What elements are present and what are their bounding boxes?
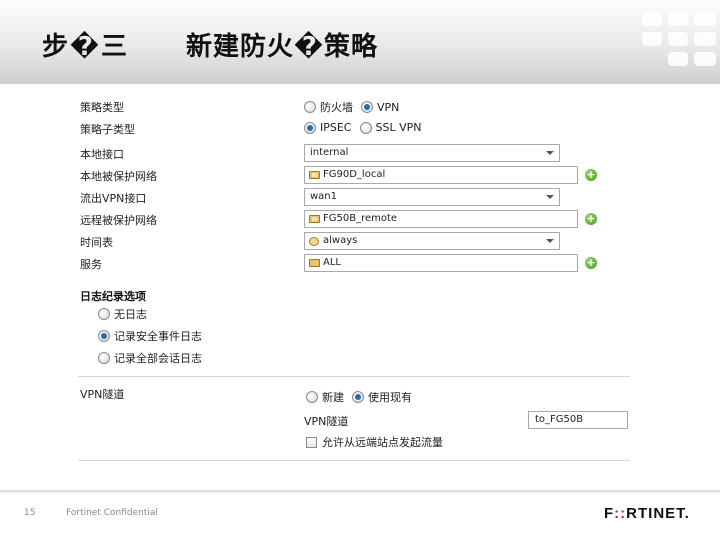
confidential-notice: Fortinet Confidential (66, 508, 158, 518)
service-row: 服务 ALL + (78, 253, 630, 275)
policy-type-radio-group: 防火墙 VPN (304, 99, 407, 115)
service-field[interactable]: ALL (304, 254, 578, 272)
service-label: 服务 (80, 258, 102, 271)
schedule-select[interactable]: always (304, 232, 560, 250)
footer-divider (0, 490, 720, 493)
policy-type-label: 策略类型 (80, 101, 124, 114)
local-interface-row: 本地接口 internal (78, 143, 630, 165)
chevron-down-icon (546, 239, 554, 243)
outgoing-vpn-interface-label: 流出VPN接口 (80, 192, 147, 205)
policy-type-vpn-radio[interactable] (361, 101, 373, 113)
policy-subtype-radio-group: IPSEC SSL VPN (304, 121, 429, 134)
allow-remote-traffic-checkbox[interactable] (306, 436, 317, 448)
remote-protected-subnet-value: FG50B_remote (323, 213, 398, 224)
vpn-tunnel-field[interactable]: to_FG50B (528, 411, 628, 429)
logo-part-2: :: (614, 505, 627, 522)
policy-type-firewall-label[interactable]: 防火墙 (320, 99, 353, 115)
logging-option-none[interactable]: 无日志 (98, 306, 147, 322)
address-group-icon (309, 171, 320, 179)
step-title: 步�三 (42, 32, 129, 62)
plus-circle-icon[interactable]: + (585, 169, 597, 181)
vpn-tunnel-new-radio[interactable] (306, 391, 318, 403)
address-group-icon (309, 215, 320, 223)
policy-subtype-label: 策略子类型 (80, 123, 135, 136)
form-bottom-divider (78, 460, 630, 461)
plus-circle-icon[interactable]: + (585, 213, 597, 225)
section-divider (78, 376, 630, 377)
vpn-tunnel-section-label: VPN隧道 (80, 388, 125, 401)
local-protected-subnet-value: FG90D_local (323, 169, 386, 180)
page-number: 15 (24, 508, 36, 518)
local-protected-subnet-field[interactable]: FG90D_local (304, 166, 578, 184)
logging-none-label[interactable]: 无日志 (114, 306, 147, 322)
allow-remote-traffic-row[interactable]: 允许从远端站点发起流量 (306, 434, 443, 450)
logging-none-radio[interactable] (98, 308, 110, 320)
fortinet-logo: F::RTINET. (604, 505, 690, 522)
remote-protected-subnet-row: 远程被保护网络 FG50B_remote + (78, 209, 630, 231)
service-value: ALL (323, 257, 341, 268)
policy-type-firewall-radio[interactable] (304, 101, 316, 113)
schedule-value: always (323, 235, 358, 246)
outgoing-vpn-interface-value: wan1 (310, 191, 338, 202)
policy-type-vpn-label[interactable]: VPN (377, 101, 399, 114)
clock-icon (309, 237, 319, 246)
slide-header: 步�三 新建防火�策略 (0, 0, 720, 84)
local-interface-label: 本地接口 (80, 148, 124, 161)
logging-option-all[interactable]: 记录全部会话日志 (98, 350, 202, 366)
schedule-row: 时间表 always (78, 231, 630, 253)
vpn-tunnel-existing-radio[interactable] (352, 391, 364, 403)
local-protected-subnet-label: 本地被保护网络 (80, 170, 157, 183)
vpn-tunnel-new-label[interactable]: 新建 (322, 389, 344, 405)
page-title: 新建防火�策略 (186, 32, 378, 62)
chevron-down-icon (546, 195, 554, 199)
local-interface-value: internal (310, 147, 349, 158)
vpn-tunnel-radio-group: 新建 使用现有 (306, 389, 420, 405)
vpn-tunnel-existing-label[interactable]: 使用现有 (368, 389, 412, 405)
allow-remote-traffic-label[interactable]: 允许从远端站点发起流量 (322, 434, 443, 450)
remote-protected-subnet-label: 远程被保护网络 (80, 214, 157, 227)
schedule-label: 时间表 (80, 236, 113, 249)
subtype-ipsec-radio[interactable] (304, 121, 316, 134)
chevron-down-icon (546, 151, 554, 155)
policy-subtype-row: 策略子类型 IPSEC SSL VPN (78, 118, 630, 140)
logging-all-label[interactable]: 记录全部会话日志 (114, 350, 202, 366)
logging-security-label[interactable]: 记录安全事件日志 (114, 328, 202, 344)
subtype-sslvpn-radio[interactable] (359, 121, 372, 134)
logging-option-security[interactable]: 记录安全事件日志 (98, 328, 202, 344)
outgoing-vpn-interface-row: 流出VPN接口 wan1 (78, 187, 630, 209)
logging-all-radio[interactable] (98, 352, 110, 364)
logging-options-title: 日志纪录选项 (80, 290, 146, 303)
header-decoration (638, 8, 720, 72)
subtype-ipsec-label[interactable]: IPSEC (320, 121, 352, 134)
policy-form: 策略类型 防火墙 VPN 策略子类型 IPSEC SSL VPN 本地接口 in… (78, 92, 630, 462)
service-icon (309, 259, 320, 267)
subtype-sslvpn-label[interactable]: SSL VPN (376, 121, 422, 134)
plus-circle-icon[interactable]: + (585, 257, 597, 269)
remote-protected-subnet-field[interactable]: FG50B_remote (304, 210, 578, 228)
logo-part-3: RTINET. (626, 505, 690, 522)
outgoing-vpn-interface-select[interactable]: wan1 (304, 188, 560, 206)
vpn-tunnel-label: VPN隧道 (304, 415, 349, 428)
local-interface-select[interactable]: internal (304, 144, 560, 162)
logo-part-1: F (604, 505, 615, 522)
local-protected-subnet-row: 本地被保护网络 FG90D_local + (78, 165, 630, 187)
logging-security-radio[interactable] (98, 330, 110, 342)
policy-type-row: 策略类型 防火墙 VPN (78, 96, 630, 118)
